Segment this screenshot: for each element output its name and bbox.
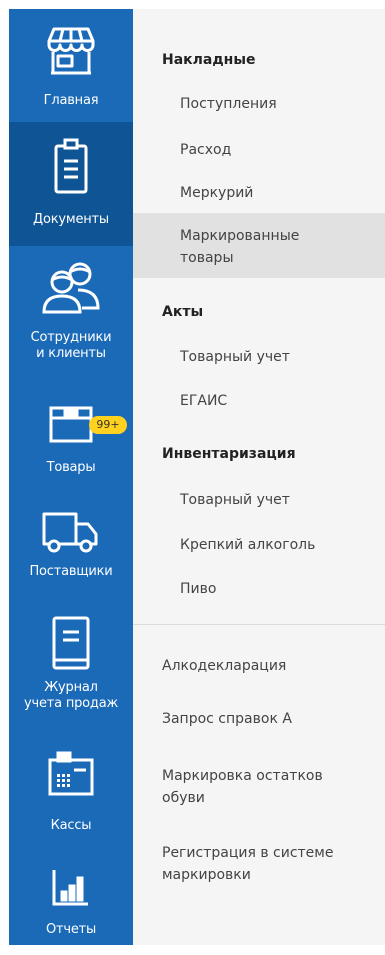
goods-count-badge: 99+ bbox=[89, 416, 127, 434]
bar-chart-icon bbox=[9, 866, 133, 908]
section-title-stocktaking: Инвентаризация bbox=[162, 446, 296, 462]
nav-label-suppliers: Поставщики bbox=[29, 564, 113, 579]
nav-label-sales-journal: Журнал учета продаж bbox=[23, 680, 118, 711]
nav-label-cash-registers: Кассы bbox=[50, 818, 92, 833]
nav-label-goods: Товары bbox=[46, 460, 96, 475]
link-shoe-stock-marking[interactable]: Маркировка остатков обуви bbox=[162, 765, 323, 809]
link-alcohol-declaration[interactable]: Алкодекларация bbox=[162, 655, 286, 677]
truck-icon bbox=[9, 508, 133, 556]
nav-item-reports[interactable]: Отчеты bbox=[9, 844, 133, 945]
main-nav-rail: Главная Документы Сотрудники и клиенты 9… bbox=[9, 9, 133, 945]
submenu-item-strong-alcohol[interactable]: Крепкий алкоголь bbox=[180, 534, 315, 556]
link-request-certificates-a[interactable]: Запрос справок А bbox=[162, 708, 292, 730]
storefront-icon bbox=[9, 25, 133, 77]
people-icon bbox=[9, 260, 133, 318]
nav-item-staff-clients[interactable]: Сотрудники и клиенты bbox=[9, 246, 133, 386]
nav-label-staff-clients: Сотрудники и клиенты bbox=[30, 330, 112, 361]
nav-item-home[interactable]: Главная bbox=[9, 9, 133, 122]
submenu-item-receipts[interactable]: Поступления bbox=[180, 93, 277, 115]
submenu-item-marked-goods[interactable]: Маркированные товары bbox=[180, 225, 299, 269]
section-title-acts: Акты bbox=[162, 304, 204, 320]
journal-icon bbox=[9, 614, 133, 672]
submenu-divider bbox=[133, 624, 385, 625]
nav-item-cash-registers[interactable]: Кассы bbox=[9, 744, 133, 844]
submenu-item-stock-inventory[interactable]: Товарный учет bbox=[180, 489, 290, 511]
submenu-item-mercury[interactable]: Меркурий bbox=[180, 182, 253, 204]
submenu-item-acts-inventory[interactable]: Товарный учет bbox=[180, 346, 290, 368]
nav-item-documents[interactable]: Документы bbox=[9, 122, 133, 246]
submenu-item-expense[interactable]: Расход bbox=[180, 139, 231, 161]
nav-item-suppliers[interactable]: Поставщики bbox=[9, 504, 133, 614]
submenu-item-egais[interactable]: ЕГАИС bbox=[180, 390, 227, 412]
submenu-item-beer[interactable]: Пиво bbox=[180, 578, 216, 600]
section-title-invoices: Накладные bbox=[162, 52, 256, 68]
nav-item-goods[interactable]: 99+ Товары bbox=[9, 386, 133, 504]
nav-label-documents: Документы bbox=[33, 212, 109, 227]
link-marking-system-registration[interactable]: Регистрация в системе маркировки bbox=[162, 842, 333, 886]
clipboard-icon bbox=[9, 136, 133, 196]
nav-label-reports: Отчеты bbox=[45, 922, 97, 937]
nav-label-home: Главная bbox=[43, 93, 99, 108]
cash-register-icon bbox=[9, 750, 133, 798]
nav-item-sales-journal[interactable]: Журнал учета продаж bbox=[9, 614, 133, 744]
